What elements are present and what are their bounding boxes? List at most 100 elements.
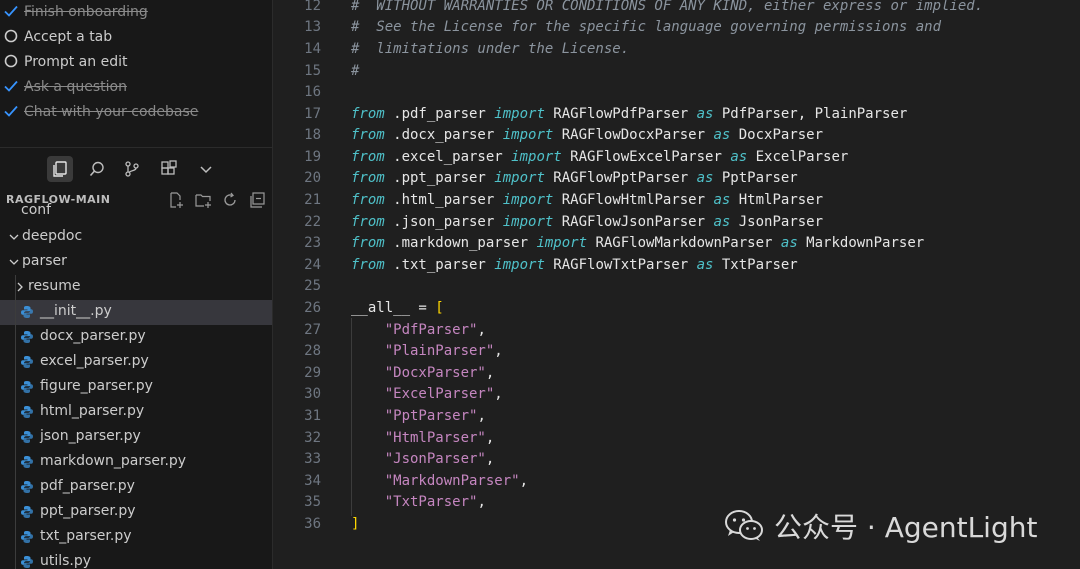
- code-token: ,: [477, 494, 486, 510]
- extensions-button[interactable]: [156, 156, 182, 182]
- code-line[interactable]: "PdfParser",: [351, 322, 486, 338]
- check-icon: [4, 105, 18, 117]
- code-token: import: [494, 106, 545, 122]
- code-line[interactable]: from .excel_parser import RAGFlowExcelPa…: [351, 149, 848, 165]
- search-button[interactable]: [84, 156, 110, 182]
- code-token: "PlainParser": [384, 343, 495, 359]
- tree-file[interactable]: ppt_parser.py: [0, 500, 272, 525]
- code-token: RAGFlowMarkdownParser: [587, 235, 781, 251]
- python-file-icon: [21, 481, 33, 493]
- code-token: ExcelParser: [747, 149, 849, 165]
- code-line[interactable]: from .txt_parser import RAGFlowTxtParser…: [351, 257, 798, 273]
- code-token: # WITHOUT WARRANTIES OR CONDITIONS OF AN…: [351, 0, 984, 14]
- code-token: ,: [485, 430, 495, 446]
- tree-item-label: ppt_parser.py: [40, 503, 136, 519]
- code-line[interactable]: "PlainParser",: [351, 343, 503, 359]
- python-file-icon: [21, 531, 33, 543]
- code-line[interactable]: "TxtParser",: [351, 494, 486, 510]
- code-line[interactable]: __all__ = [: [351, 300, 444, 316]
- code-line[interactable]: from .pdf_parser import RAGFlowPdfParser…: [351, 106, 907, 122]
- tree-file[interactable]: excel_parser.py: [0, 350, 272, 375]
- code-token: .excel_parser: [384, 149, 512, 165]
- tree-item-label: json_parser.py: [40, 428, 141, 444]
- code-line[interactable]: from .markdown_parser import RAGFlowMark…: [351, 235, 924, 251]
- code-editor[interactable]: 12 # WITHOUT WARRANTIES OR CONDITIONS OF …: [273, 0, 1080, 569]
- code-token: RAGFlowDocxParser: [553, 127, 714, 143]
- tree-file[interactable]: pdf_parser.py: [0, 475, 272, 500]
- code-line[interactable]: # See the License for the specific langu…: [351, 19, 941, 35]
- python-file-icon: [21, 381, 33, 393]
- code-line[interactable]: #: [351, 63, 359, 79]
- tree-folder[interactable]: resume: [0, 275, 272, 300]
- code-token: from: [351, 149, 385, 165]
- tree-file[interactable]: json_parser.py: [0, 425, 272, 450]
- search-icon: [89, 161, 104, 177]
- tree-file[interactable]: docx_parser.py: [0, 325, 272, 350]
- tree-file[interactable]: markdown_parser.py: [0, 450, 272, 475]
- more-views-button[interactable]: [193, 156, 219, 182]
- code-token: from: [351, 106, 385, 122]
- code-line[interactable]: ]: [351, 516, 359, 532]
- onboarding-item[interactable]: Ask a question: [0, 75, 272, 99]
- tree-item-label: excel_parser.py: [40, 353, 149, 369]
- explorer-button[interactable]: [47, 156, 73, 182]
- onboarding-label: Finish onboarding: [24, 4, 148, 20]
- activity-bar: [0, 150, 272, 188]
- tree-item-label: utils.py: [40, 553, 92, 569]
- code-line[interactable]: from .ppt_parser import RAGFlowPptParser…: [351, 170, 798, 186]
- code-token: "PptParser": [384, 408, 478, 424]
- code-line[interactable]: "DocxParser",: [351, 365, 495, 381]
- source-control-button[interactable]: [119, 156, 145, 182]
- onboarding-label: Chat with your codebase: [24, 104, 199, 120]
- tree-file[interactable]: html_parser.py: [0, 400, 272, 425]
- code-token: import: [502, 192, 554, 208]
- code-token: "TxtParser": [384, 494, 478, 510]
- sidebar: Finish onboarding Accept a tab Prompt an e…: [0, 0, 273, 569]
- line-number: 35: [304, 494, 321, 510]
- code-line[interactable]: # WITHOUT WARRANTIES OR CONDITIONS OF AN…: [351, 0, 983, 14]
- watermark: 公众号 · AgentLight: [724, 506, 1037, 546]
- tree-item-label: __init__.py: [40, 303, 112, 319]
- code-token: "JsonParser": [384, 451, 486, 467]
- line-number: 30: [304, 386, 321, 402]
- onboarding-label: Prompt an edit: [24, 54, 128, 70]
- code-line[interactable]: from .json_parser import RAGFlowJsonPars…: [351, 214, 823, 230]
- onboarding-item[interactable]: Chat with your codebase: [0, 100, 272, 124]
- tree-file[interactable]: utils.py: [0, 550, 272, 569]
- tree-file[interactable]: __init__.py: [0, 300, 272, 325]
- line-number: 18: [304, 127, 321, 143]
- onboarding-label: Accept a tab: [24, 29, 113, 45]
- code-token: import: [511, 149, 562, 165]
- check-icon: [4, 80, 18, 92]
- tree-folder[interactable]: parser: [0, 250, 272, 275]
- code-token: as: [780, 235, 798, 251]
- code-line[interactable]: "MarkdownParser",: [351, 473, 528, 489]
- tree-item-label: txt_parser.py: [40, 528, 132, 544]
- code-line[interactable]: "ExcelParser",: [351, 386, 503, 402]
- line-number: 36: [304, 516, 321, 532]
- code-token: .json_parser: [384, 214, 503, 230]
- code-token: as: [713, 192, 731, 208]
- tree-folder[interactable]: conf: [0, 200, 272, 225]
- tree-file[interactable]: txt_parser.py: [0, 525, 272, 550]
- onboarding-item[interactable]: Accept a tab: [0, 25, 272, 49]
- onboarding-item[interactable]: Finish onboarding: [0, 0, 272, 24]
- tree-folder[interactable]: deepdoc: [0, 225, 272, 250]
- check-icon: [4, 5, 18, 17]
- code-line[interactable]: "HtmlParser",: [351, 430, 495, 446]
- line-number: 17: [304, 106, 321, 122]
- code-token: ,: [485, 451, 495, 467]
- code-token: MarkdownParser: [797, 235, 925, 251]
- code-line[interactable]: # limitations under the License.: [351, 41, 629, 57]
- onboarding-item[interactable]: Prompt an edit: [0, 50, 272, 74]
- line-number: 15: [304, 63, 321, 79]
- code-token: from: [351, 257, 385, 273]
- code-line[interactable]: "JsonParser",: [351, 451, 495, 467]
- code-line[interactable]: "PptParser",: [351, 408, 486, 424]
- tree-file[interactable]: figure_parser.py: [0, 375, 272, 400]
- code-line[interactable]: from .docx_parser import RAGFlowDocxPars…: [351, 127, 823, 143]
- code-line[interactable]: from .html_parser import RAGFlowHtmlPars…: [351, 192, 823, 208]
